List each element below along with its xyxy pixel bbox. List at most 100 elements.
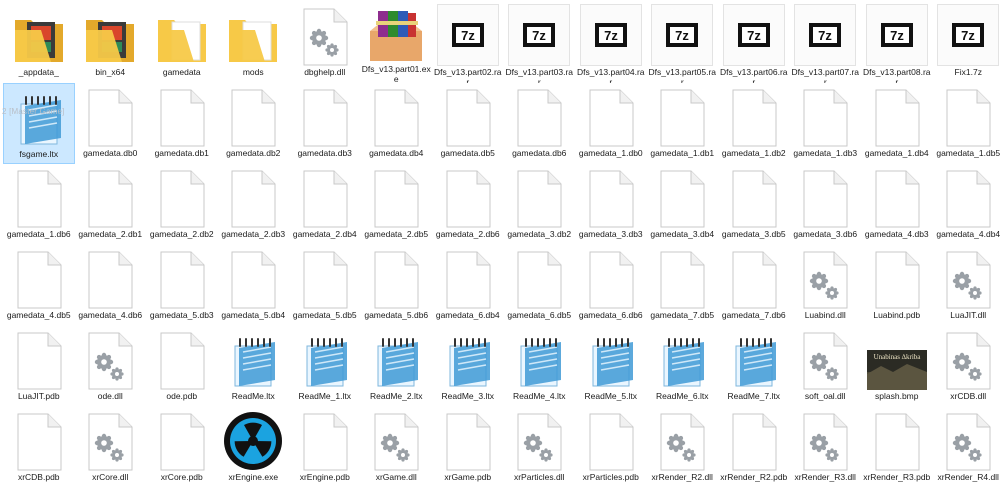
file-item[interactable]: xrCore.dll [75, 407, 147, 488]
file-item[interactable]: ode.dll [75, 326, 147, 407]
file-item[interactable]: ReadMe_5.ltx [575, 326, 647, 407]
file-item[interactable]: gamedata_6.db4 [432, 245, 504, 326]
file-item[interactable]: gamedata_2.db1 [75, 164, 147, 245]
file-item[interactable]: xrEngine.exe [218, 407, 290, 488]
file-item[interactable]: ReadMe_3.ltx [432, 326, 504, 407]
file-item[interactable]: gamedata_1.db1 [647, 83, 719, 164]
file-item[interactable]: xrRender_R2.pdb [718, 407, 790, 488]
file-name-label: gamedata_1.db0 [576, 148, 646, 158]
file-item[interactable]: gamedata_1.db3 [790, 83, 862, 164]
file-item[interactable]: gamedata_2.db2 [146, 164, 218, 245]
blank-file-icon [865, 247, 929, 309]
file-item[interactable]: xrParticles.pdb [575, 407, 647, 488]
file-item[interactable]: gamedata_4.db3 [861, 164, 933, 245]
file-item[interactable]: _appdata_ [3, 2, 75, 83]
file-name-label: xrParticles.pdb [576, 472, 646, 482]
file-item[interactable]: Luabind.dll [790, 245, 862, 326]
file-item[interactable]: Dfs_v13.part01.exe [361, 2, 433, 83]
image-thumbnail-icon: Unabinas ∆kriba [865, 328, 929, 390]
file-name-label: Luabind.pdb [862, 310, 932, 320]
file-item[interactable]: gamedata_4.db5 [3, 245, 75, 326]
file-item[interactable]: xrRender_R3.pdb [861, 407, 933, 488]
file-item[interactable]: gamedata_3.db6 [790, 164, 862, 245]
file-item[interactable]: 7zDfs_v13.part04.rar [575, 2, 647, 83]
file-item[interactable]: 7zFix1.7z [933, 2, 1000, 83]
file-item[interactable]: LuaJIT.dll [933, 245, 1000, 326]
file-item[interactable]: xrCDB.dll [933, 326, 1000, 407]
file-item[interactable]: ode.pdb [146, 326, 218, 407]
file-item[interactable]: gamedata_3.db2 [504, 164, 576, 245]
file-item[interactable]: gamedata.db0 [75, 83, 147, 164]
file-item[interactable]: xrRender_R3.dll [790, 407, 862, 488]
file-item[interactable]: Luabind.pdb [861, 245, 933, 326]
file-item[interactable]: gamedata_4.db6 [75, 245, 147, 326]
file-item[interactable]: gamedata_7.db5 [647, 245, 719, 326]
file-item[interactable]: gamedata_2.db6 [432, 164, 504, 245]
file-name-label: xrRender_R3.pdb [862, 472, 932, 482]
file-item[interactable]: ReadMe_4.ltx [504, 326, 576, 407]
blank-file-icon [579, 166, 643, 228]
file-item[interactable]: 7zDfs_v13.part06.rar [718, 2, 790, 83]
file-item[interactable]: gamedata.db4 [361, 83, 433, 164]
file-item[interactable]: gamedata_3.db4 [647, 164, 719, 245]
file-item[interactable]: gamedata_1.db2 [718, 83, 790, 164]
file-item[interactable]: xrRender_R4.dll [933, 407, 1000, 488]
file-item[interactable]: gamedata_1.db5 [933, 83, 1000, 164]
file-item[interactable]: gamedata.db1 [146, 83, 218, 164]
file-item[interactable]: gamedata_6.db6 [575, 245, 647, 326]
file-item[interactable]: gamedata_5.db3 [146, 245, 218, 326]
splash-thumbnail-title: Unabinas ∆kriba [873, 353, 921, 361]
file-item[interactable]: gamedata_7.db6 [718, 245, 790, 326]
file-item[interactable]: dbghelp.dll [289, 2, 361, 83]
file-item[interactable]: gamedata.db2 [218, 83, 290, 164]
file-item[interactable]: gamedata [146, 2, 218, 83]
file-item[interactable]: xrCDB.pdb [3, 407, 75, 488]
file-item[interactable]: xrGame.pdb [432, 407, 504, 488]
blank-file-icon [221, 85, 285, 147]
file-item[interactable]: 7zDfs_v13.part02.rar [432, 2, 504, 83]
file-item[interactable]: xrEngine.pdb [289, 407, 361, 488]
file-item[interactable]: ReadMe.ltx [218, 326, 290, 407]
file-item[interactable]: gamedata_3.db3 [575, 164, 647, 245]
file-item[interactable]: ReadMe_7.ltx [718, 326, 790, 407]
file-name-label: Dfs_v13.part01.exe [361, 64, 431, 83]
file-item[interactable]: gamedata_1.db4 [861, 83, 933, 164]
file-item[interactable]: gamedata_2.db3 [218, 164, 290, 245]
file-item[interactable]: gamedata_6.db5 [504, 245, 576, 326]
file-item[interactable]: LuaJIT.pdb [3, 326, 75, 407]
file-item[interactable]: 7zDfs_v13.part07.rar [790, 2, 862, 83]
file-item[interactable]: gamedata.db3 [289, 83, 361, 164]
file-item[interactable]: Unabinas ∆kribasplash.bmp [861, 326, 933, 407]
file-item[interactable]: bin_x64 [75, 2, 147, 83]
file-item[interactable]: gamedata.db6 [504, 83, 576, 164]
file-item[interactable]: soft_oal.dll [790, 326, 862, 407]
file-item[interactable]: mods [218, 2, 290, 83]
file-item[interactable]: gamedata_4.db4 [933, 164, 1000, 245]
file-item[interactable]: 7zDfs_v13.part08.rar [861, 2, 933, 83]
file-name-label: Dfs_v13.part06.rar [719, 67, 789, 83]
file-item[interactable]: xrParticles.dll [504, 407, 576, 488]
file-item[interactable]: xrCore.pdb [146, 407, 218, 488]
file-item[interactable]: gamedata_1.db0 [575, 83, 647, 164]
file-item[interactable]: gamedata_5.db5 [289, 245, 361, 326]
file-name-label: ode.dll [75, 391, 145, 401]
blank-file-icon [436, 85, 500, 147]
file-item[interactable]: gamedata_1.db6 [3, 164, 75, 245]
file-item[interactable]: 7zDfs_v13.part05.rar [647, 2, 719, 83]
file-item[interactable]: gamedata_2.db4 [289, 164, 361, 245]
file-item[interactable]: gamedata_2.db5 [361, 164, 433, 245]
file-item[interactable]: ReadMe_1.ltx [289, 326, 361, 407]
svg-text:7z: 7z [532, 28, 546, 43]
file-item[interactable]: 7zDfs_v13.part03.rar [504, 2, 576, 83]
file-item[interactable]: fsgame.ltx [3, 83, 75, 164]
file-item[interactable]: gamedata_5.db4 [218, 245, 290, 326]
file-item[interactable]: ReadMe_2.ltx [361, 326, 433, 407]
blank-file-icon [150, 328, 214, 390]
file-name-label: Dfs_v13.part08.rar [862, 67, 932, 83]
file-item[interactable]: ReadMe_6.ltx [647, 326, 719, 407]
file-item[interactable]: gamedata_3.db5 [718, 164, 790, 245]
file-item[interactable]: xrGame.dll [361, 407, 433, 488]
file-item[interactable]: xrRender_R2.dll [647, 407, 719, 488]
file-item[interactable]: gamedata.db5 [432, 83, 504, 164]
file-item[interactable]: gamedata_5.db6 [361, 245, 433, 326]
